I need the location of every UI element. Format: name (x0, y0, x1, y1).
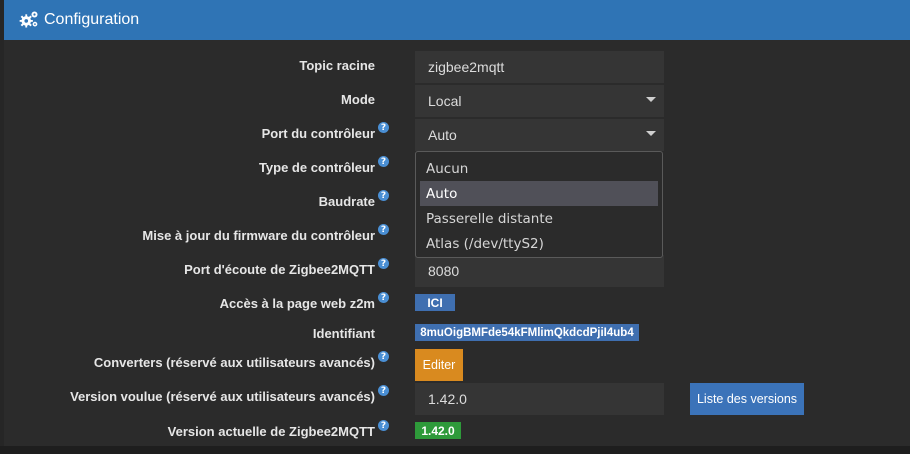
type-label: Type de contrôleur (258, 160, 375, 175)
help-icon[interactable]: ? (378, 156, 389, 167)
current-version-badge: 1.42.0 (415, 422, 461, 439)
mode-select[interactable]: Local (415, 85, 664, 117)
wanted-version-input[interactable]: 1.42.0 (415, 383, 664, 415)
help-icon[interactable]: ? (378, 351, 389, 362)
port-option-aucun[interactable]: Aucun (420, 156, 658, 181)
port-option-auto[interactable]: Auto (420, 181, 658, 206)
help-icon[interactable]: ? (378, 292, 389, 303)
gears-icon (19, 11, 38, 28)
identifier-badge: 8muOigBMFde54kFMlimQkdcdPjiI4ub4 (415, 324, 639, 341)
help-icon[interactable]: ? (378, 224, 389, 235)
help-icon[interactable]: ? (378, 190, 389, 201)
page-title: Configuration (44, 11, 140, 28)
help-icon[interactable]: ? (378, 122, 389, 133)
port-select[interactable]: Auto (415, 119, 664, 151)
mode-value: Local (428, 93, 462, 109)
port-label: Port du contrôleur (261, 126, 375, 141)
mode-label: Mode (341, 92, 375, 107)
chevron-down-icon (646, 131, 656, 136)
port-option-atlas[interactable]: Atlas (/dev/ttyS2) (420, 231, 658, 256)
firmware-label: Mise à jour du firmware du contrôleur (142, 228, 375, 243)
panel-header: Configuration (4, 0, 910, 40)
help-icon[interactable]: ? (378, 420, 389, 431)
listen-port-label: Port d'écoute de Zigbee2MQTT (184, 262, 375, 277)
identifier-label: Identifiant (312, 326, 375, 341)
topic-input[interactable]: zigbee2mqtt (415, 51, 664, 83)
web-access-link[interactable]: ICI (415, 294, 455, 311)
topic-label: Topic racine (299, 58, 375, 73)
port-option-passerelle[interactable]: Passerelle distante (420, 206, 658, 231)
listen-port-input[interactable]: 8080 (415, 255, 664, 287)
chevron-down-icon (646, 97, 656, 102)
port-dropdown-menu: Aucun Auto Passerelle distante Atlas (/d… (415, 151, 663, 258)
edit-converters-button[interactable]: Editer (415, 349, 463, 381)
wanted-version-label: Version voulue (réservé aux utilisateurs… (70, 389, 375, 404)
port-value: Auto (428, 127, 457, 143)
versions-list-button[interactable]: Liste des versions (690, 383, 804, 415)
footer-divider (0, 446, 910, 454)
help-icon[interactable]: ? (378, 385, 389, 396)
web-access-label: Accès à la page web z2m (219, 296, 375, 311)
help-icon[interactable]: ? (378, 258, 389, 269)
current-version-label: Version actuelle de Zigbee2MQTT (167, 424, 375, 439)
baudrate-label: Baudrate (318, 194, 375, 209)
converters-label: Converters (réservé aux utilisateurs ava… (93, 355, 375, 370)
